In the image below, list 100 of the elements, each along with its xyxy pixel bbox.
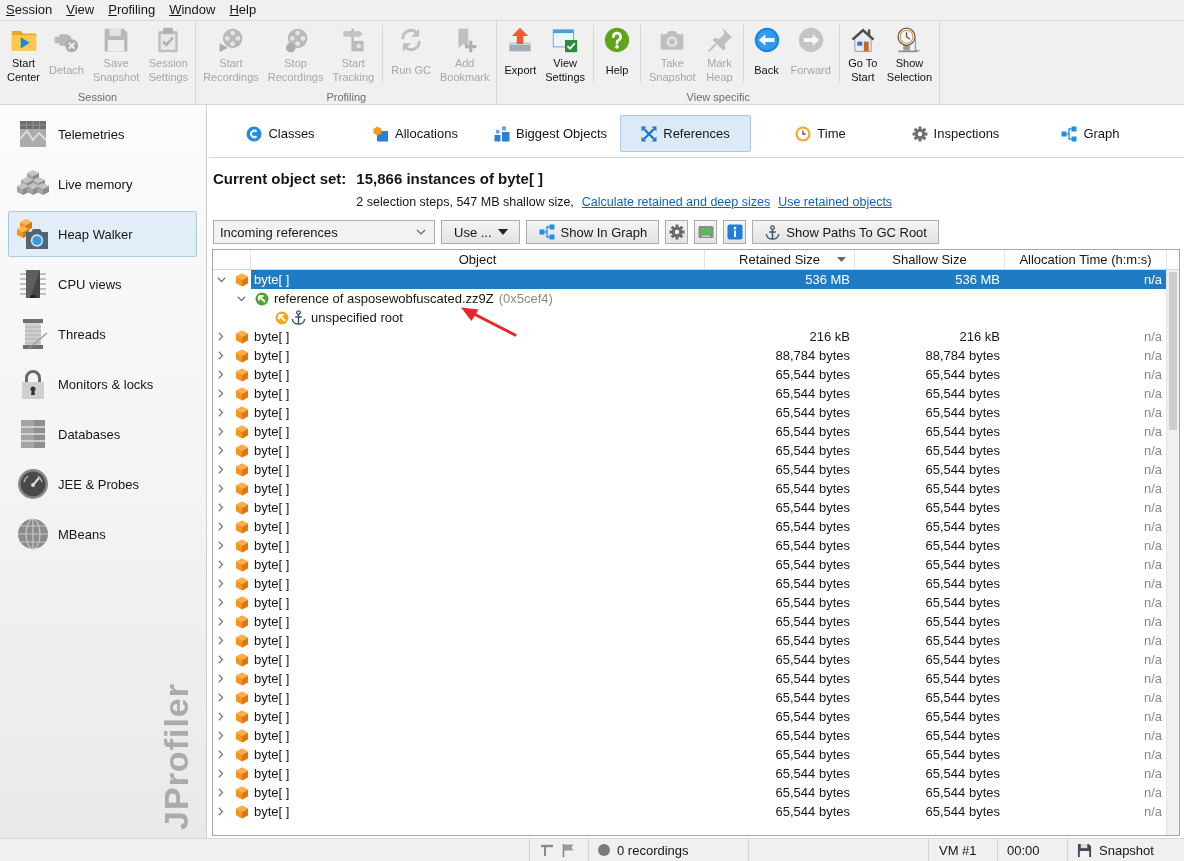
retained-size: 65,544 bytes — [774, 727, 851, 745]
shallow-size: 65,544 bytes — [924, 461, 1001, 479]
recording-dot-icon — [598, 844, 610, 856]
cube-icon — [235, 804, 249, 819]
icon-button[interactable] — [694, 220, 718, 244]
menu-item[interactable]: Window — [169, 2, 216, 18]
toolbar-button[interactable]: Go To Start — [843, 24, 882, 85]
toolbar-button[interactable]: Show Paths To GC Root — [752, 220, 939, 244]
retained-size: 65,544 bytes — [774, 518, 851, 536]
toolbar-button[interactable]: View Settings — [541, 24, 589, 85]
object-name: byte[ ] — [254, 328, 290, 346]
shallow-size: 65,544 bytes — [924, 594, 1001, 612]
object-name: byte[ ] — [254, 575, 290, 593]
sidebar-item[interactable]: Telemetries — [8, 111, 197, 157]
shallow-size: 65,544 bytes — [924, 765, 1001, 783]
view-tab[interactable]: References — [620, 115, 751, 152]
column-header[interactable]: Allocation Time (h:m:s) — [1005, 250, 1167, 269]
view-tab[interactable]: Graph — [1025, 115, 1156, 152]
sidebar-item[interactable]: MBeans — [8, 511, 197, 557]
object-name: byte[ ] — [254, 442, 290, 460]
sidebar-item[interactable]: Threads — [8, 311, 197, 357]
toolbar-button[interactable]: Back — [747, 24, 786, 85]
allocation-time: n/a — [1142, 461, 1163, 479]
shallow-size: 65,544 bytes — [924, 632, 1001, 650]
column-header[interactable]: Shallow Size — [855, 250, 1005, 269]
view-tab[interactable]: Biggest Objects — [485, 115, 616, 152]
allocation-icon — [373, 125, 390, 142]
menu-button[interactable]: Use ... — [441, 220, 520, 244]
reference-type-dropdown[interactable]: Incoming references — [213, 220, 435, 244]
arrow-circle-icon — [275, 310, 289, 325]
selected-row[interactable]: byte[ ] 536 MB 536 MB n/a — [251, 270, 1166, 289]
view-tab[interactable]: Inspections — [890, 115, 1021, 152]
retained-size: 65,544 bytes — [774, 480, 851, 498]
column-header[interactable]: Object — [251, 250, 705, 269]
globe-icon — [17, 518, 49, 550]
retained-size: 65,544 bytes — [774, 746, 851, 764]
session-mode: Snapshot — [1099, 842, 1154, 858]
text-link[interactable]: Use retained objects — [778, 194, 893, 210]
icon-button[interactable] — [723, 220, 747, 244]
object-name: byte[ ] — [254, 803, 290, 821]
sidebar-item[interactable]: Heap Walker — [8, 211, 197, 257]
gauge-icon — [17, 468, 49, 500]
shallow-size: 65,544 bytes — [924, 404, 1001, 422]
allocation-time: n/a — [1142, 385, 1163, 403]
toolbar-button[interactable]: Start Center — [3, 24, 45, 85]
cube-icon — [235, 595, 249, 610]
allocation-time: n/a — [1142, 670, 1163, 688]
sidebar-item[interactable]: JEE & Probes — [8, 461, 197, 507]
menu-item[interactable]: Session — [6, 2, 53, 18]
view-tab[interactable]: Classes — [215, 115, 346, 152]
cube-icon — [235, 367, 249, 382]
object-name: byte[ ] — [254, 708, 290, 726]
retained-size: 65,544 bytes — [774, 385, 851, 403]
menu-item[interactable]: Help — [229, 2, 257, 18]
sidebar-item[interactable]: Monitors & locks — [8, 361, 197, 407]
sidebar-item[interactable]: CPU views — [8, 261, 197, 307]
graph-icon — [538, 224, 555, 240]
cube-icon — [235, 462, 249, 477]
menu-item[interactable]: View — [66, 2, 95, 18]
pushpin-icon — [706, 27, 733, 53]
cube-icon — [235, 728, 249, 743]
retained-size: 65,544 bytes — [774, 689, 851, 707]
object-name: byte[ ] — [254, 518, 290, 536]
view-tab[interactable]: Allocations — [350, 115, 481, 152]
vertical-scrollbar[interactable] — [1166, 270, 1179, 835]
scrollbar-thumb[interactable] — [1169, 272, 1177, 430]
allocation-time: n/a — [1142, 366, 1163, 384]
retained-size: 65,544 bytes — [774, 803, 851, 821]
toolbar-group-label: View specific — [685, 90, 751, 104]
cube-icon — [235, 272, 249, 287]
shallow-size: 65,544 bytes — [924, 651, 1001, 669]
cubes-camera-icon — [17, 218, 49, 250]
toolbar-button[interactable]: Export — [500, 24, 541, 85]
cube-icon — [235, 614, 249, 629]
toolbar-button[interactable]: Help — [598, 24, 636, 85]
allocation-time: n/a — [1142, 784, 1163, 802]
toolbar-group-label: Session — [77, 90, 119, 104]
sidebar-item[interactable]: Databases — [8, 411, 197, 457]
toolbar-button[interactable]: Show In Graph — [525, 220, 660, 244]
shallow-size: 65,544 bytes — [924, 442, 1001, 460]
menu-item[interactable]: Profiling — [108, 2, 156, 18]
object-name: byte[ ] — [254, 670, 290, 688]
toolbar-button[interactable]: Show Selection — [882, 24, 937, 85]
toolbar-group-label: Profiling — [325, 90, 368, 104]
column-header[interactable]: Retained Size — [705, 250, 855, 269]
allocation-time: n/a — [1142, 746, 1163, 764]
cube-icon — [235, 671, 249, 686]
help-icon — [604, 27, 630, 53]
gear-icon — [668, 224, 685, 240]
shallow-size: 65,544 bytes — [924, 670, 1001, 688]
retained-size: 65,544 bytes — [774, 613, 851, 631]
monitor-icon — [697, 224, 714, 240]
retained-size: 65,544 bytes — [774, 708, 851, 726]
text-link[interactable]: Calculate retained and deep sizes — [581, 194, 771, 210]
back-arrow-icon — [753, 27, 780, 53]
allocation-time: n/a — [1142, 347, 1163, 365]
sidebar-item[interactable]: Live memory — [8, 161, 197, 207]
view-tab[interactable]: Time — [755, 115, 886, 152]
icon-button[interactable] — [665, 220, 689, 244]
shallow-size: 65,544 bytes — [924, 366, 1001, 384]
